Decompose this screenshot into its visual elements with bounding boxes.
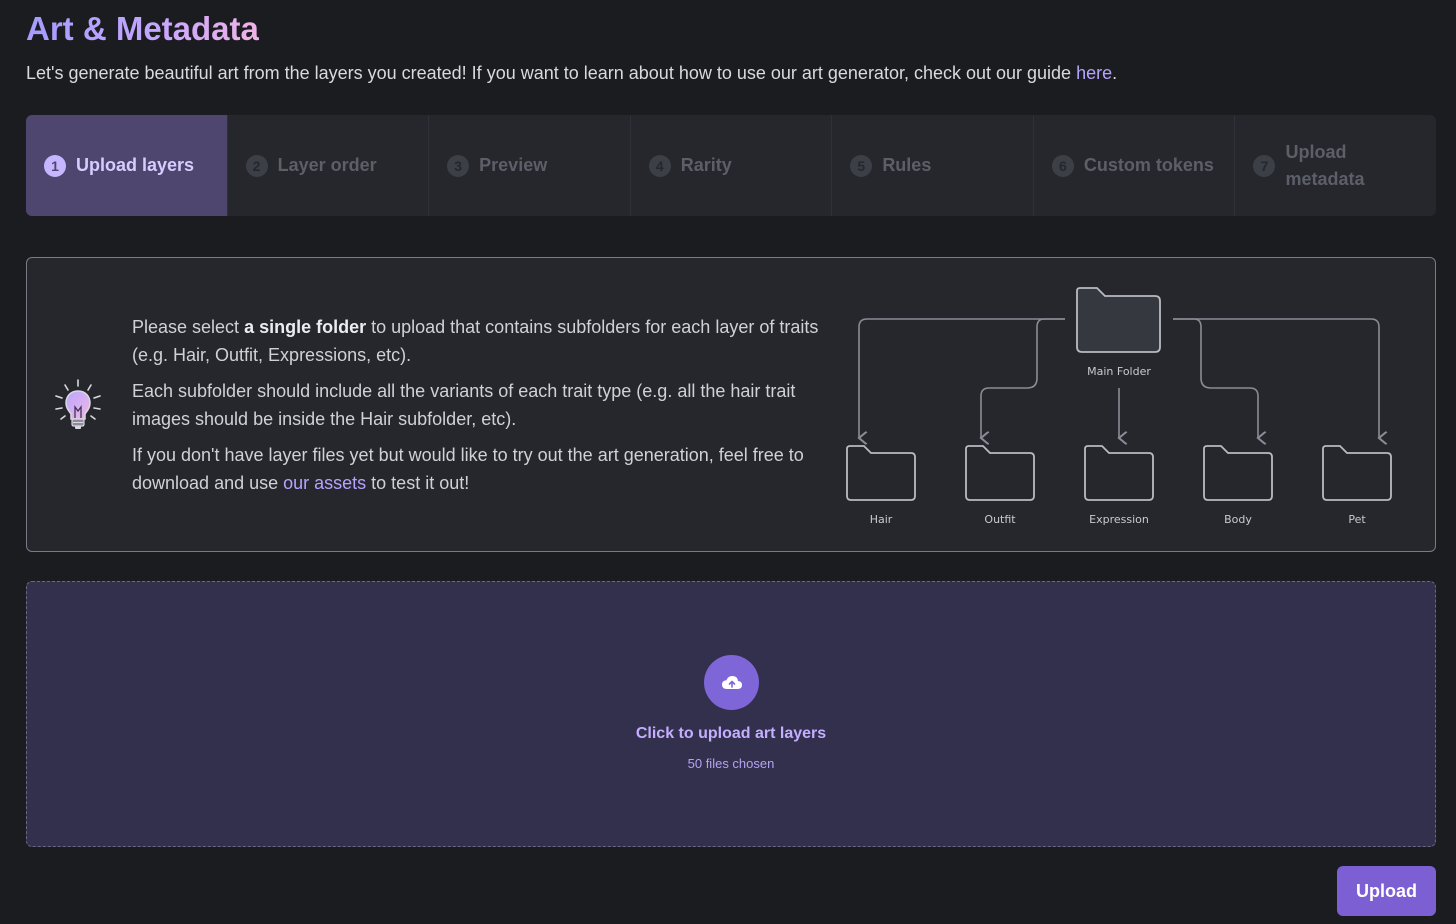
instruction-paragraph: Please select a single folder to upload … [132,313,822,369]
step-label: Upload metadata [1285,141,1365,189]
intro-text: Let's generate beautiful art from the la… [26,63,1117,84]
instructions-panel: Please select a single folder to upload … [26,257,1436,552]
assets-link[interactable]: our assets [283,473,366,493]
cloud-upload-icon [704,655,759,710]
instruction-text: Please select [132,317,245,337]
subfolder-label: Outfit [984,513,1016,526]
step-upload-layers[interactable]: 1 Upload layers [26,115,228,216]
subfolder-label: Body [1224,513,1252,526]
step-layer-order[interactable]: 2 Layer order [228,115,430,216]
page-title: Art & Metadata [26,10,259,47]
step-number: 1 [44,154,66,177]
pet-folder-icon [1322,445,1392,501]
upload-button[interactable]: Upload [1337,866,1436,916]
body-folder-icon [1203,445,1273,501]
step-label: Preview [479,155,548,175]
stepper: 1 Upload layers 2 Layer order 3 Preview … [26,115,1436,216]
subfolder-label: Expression [1089,513,1149,526]
step-label: Layer order [277,155,377,175]
upload-dropzone[interactable]: Click to upload art layers 50 files chos… [26,581,1436,847]
outfit-folder-icon [965,445,1035,501]
step-rules[interactable]: 5 Rules [832,115,1034,216]
main-folder-icon [1076,287,1161,353]
instruction-paragraph: Each subfolder should include all the va… [132,381,796,429]
step-number: 3 [447,154,470,177]
instruction-text: to test it out! [366,473,470,493]
step-upload-metadata[interactable]: 7 Upload metadata [1235,115,1436,216]
step-number: 6 [1051,154,1074,177]
step-preview[interactable]: 3 Preview [429,115,631,216]
hair-folder-icon [846,445,916,501]
subfolder-label: Hair [870,513,893,526]
instructions-text: Please select a single folder to upload … [132,313,822,505]
step-number: 5 [850,154,873,177]
step-label: Upload layers [76,155,195,175]
intro-end: . [1112,63,1118,83]
folder-structure-diagram: Main Folder Hair Outfit Expression Body … [846,287,1392,526]
intro-body: Let's generate beautiful art from the la… [26,63,1077,83]
step-label: Rules [882,155,932,175]
step-number: 7 [1253,154,1276,177]
step-number: 4 [648,154,671,177]
step-label: Custom tokens [1083,155,1214,175]
step-number: 2 [245,154,268,177]
instruction-paragraph: If you don't have layer files yet but wo… [132,441,822,497]
main-folder-label: Main Folder [1087,365,1151,378]
upload-status: 50 files chosen [687,756,775,771]
instruction-emphasis: a single folder [244,317,367,337]
step-rarity[interactable]: 4 Rarity [631,115,833,216]
step-custom-tokens[interactable]: 6 Custom tokens [1034,115,1236,216]
upload-title[interactable]: Click to upload art layers [27,725,1435,743]
step-label: Rarity [680,155,732,175]
lightbulb-icon [55,379,101,429]
expression-folder-icon [1084,445,1154,501]
subfolder-label: Pet [1348,513,1366,526]
guide-link[interactable]: here [1076,63,1112,83]
